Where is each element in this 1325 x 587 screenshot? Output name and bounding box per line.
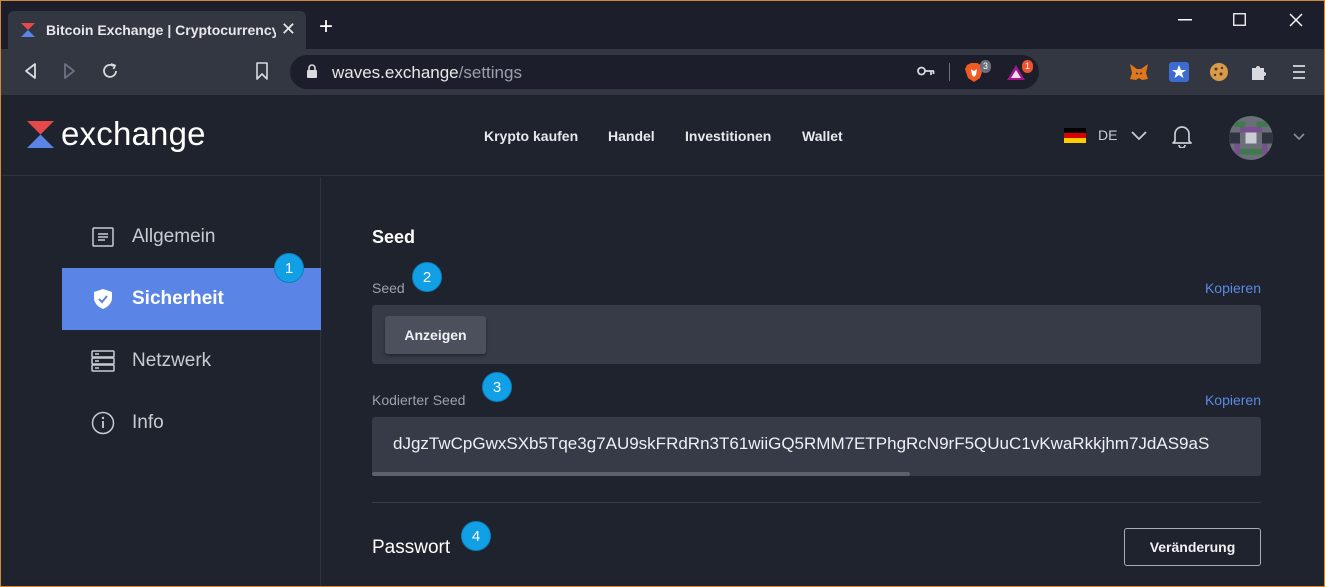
section-divider [372,502,1261,503]
seed-section-title: Seed [372,227,416,247]
sidebar-item-label: Sicherheit [132,288,224,309]
nav-investitionen[interactable]: Investitionen [685,128,771,144]
copy-seed-link[interactable]: Kopieren [1205,280,1261,296]
url-separator [949,63,950,81]
key-icon[interactable] [917,65,935,77]
german-flag-icon[interactable] [1064,128,1086,143]
show-seed-button[interactable]: Anzeigen [385,316,486,354]
nav-krypto-kaufen[interactable]: Krypto kaufen [484,128,578,144]
info-icon [91,411,115,435]
callout-marker-3: 3 [482,372,512,402]
chevron-down-icon[interactable] [1131,131,1147,141]
shield-icon [94,289,112,309]
language-selector[interactable]: DE [1098,127,1117,143]
server-icon [91,350,115,372]
nav-wallet[interactable]: Wallet [802,128,843,144]
callout-marker-2: 2 [412,262,442,292]
tab-title: Bitcoin Exchange | Cryptocurrency Exchan… [46,22,276,38]
sidebar-item-label: Info [132,412,164,433]
avatar[interactable] [1229,116,1273,160]
back-icon[interactable] [21,61,41,81]
extensions-puzzle-icon[interactable] [1248,61,1270,83]
rewards-count-badge: 1 [1022,60,1034,73]
avatar-identicon-icon [1229,116,1273,160]
waves-logo-icon[interactable] [27,121,54,148]
waves-exchange-favicon [21,23,35,37]
cookie-extension-icon[interactable] [1208,61,1230,83]
maximize-icon[interactable] [1233,13,1246,26]
lock-icon[interactable] [306,64,318,79]
metamask-extension-icon[interactable] [1128,61,1150,83]
minimize-icon[interactable] [1178,19,1192,21]
browser-toolbar: waves.exchange/settings 3 1 [1,49,1324,95]
bell-icon[interactable] [1171,124,1193,148]
browser-window: Bitcoin Exchange | Cryptocurrency Exchan… [0,0,1325,587]
encoded-seed-label: Kodierter Seed [372,392,466,408]
url-text[interactable]: waves.exchange/settings [332,63,522,83]
app-header: exchange Krypto kaufen Handel Investitio… [1,95,1324,176]
avatar-chevron-icon[interactable] [1293,133,1305,141]
sidebar-item-info[interactable]: Info [62,392,321,454]
shields-count-badge: 3 [980,60,992,73]
new-tab-button[interactable]: + [319,15,333,39]
address-bar[interactable]: waves.exchange/settings 3 1 [290,55,1039,89]
logo-text[interactable]: exchange [61,115,206,153]
forward-icon[interactable] [59,61,79,81]
close-tab-icon[interactable]: ✕ [281,19,296,40]
settings-sidebar: Allgemein Sicherheit Netzwerk Info [1,177,321,586]
callout-marker-4: 4 [461,521,491,551]
sidebar-item-label: Netzwerk [132,350,212,371]
nav-handel[interactable]: Handel [608,128,655,144]
reload-icon[interactable] [100,61,120,81]
encoded-seed-field[interactable]: dJgzTwCpGwxSXb5Tqe3g7AU9skFRdRn3T61wiiGQ… [372,417,1261,476]
browser-tab[interactable]: Bitcoin Exchange | Cryptocurrency Exchan… [8,11,306,49]
horizontal-scrollbar[interactable] [372,472,910,476]
document-icon [92,227,114,247]
password-section-title: Passwort [372,537,451,558]
menu-hamburger-icon[interactable] [1288,61,1310,83]
copy-encoded-seed-link[interactable]: Kopieren [1205,392,1261,408]
bookmark-icon[interactable] [252,61,272,81]
callout-marker-1: 1 [274,253,304,283]
seed-field: Anzeigen [372,305,1261,364]
seed-label: Seed [372,280,405,296]
tab-strip: Bitcoin Exchange | Cryptocurrency Exchan… [1,1,1324,49]
sidebar-item-netzwerk[interactable]: Netzwerk [62,330,321,392]
sidebar-item-label: Allgemein [132,226,216,247]
star-extension-icon[interactable] [1168,61,1190,83]
window-close-icon[interactable] [1289,13,1303,27]
change-password-button[interactable]: Veränderung [1124,528,1261,566]
encoded-seed-value[interactable]: dJgzTwCpGwxSXb5Tqe3g7AU9skFRdRn3T61wiiGQ… [393,434,1259,454]
